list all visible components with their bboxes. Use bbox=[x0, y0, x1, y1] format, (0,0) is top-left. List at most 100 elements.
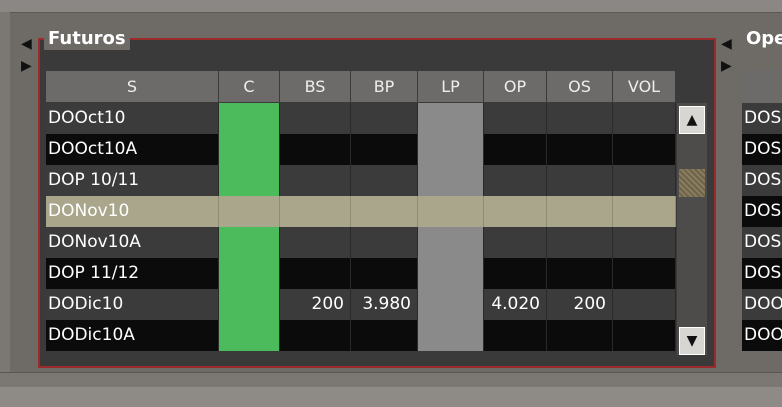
cell-op[interactable] bbox=[484, 196, 547, 227]
cell-s[interactable]: DOOct10 bbox=[46, 103, 219, 134]
cell-lp[interactable] bbox=[418, 134, 484, 165]
operations-header bbox=[742, 70, 782, 102]
cell-vol[interactable] bbox=[613, 227, 676, 258]
scroll-thumb[interactable] bbox=[679, 169, 705, 197]
expand-right-icon[interactable]: ▶ bbox=[21, 57, 32, 75]
cell-s[interactable]: DOP 10/11 bbox=[46, 165, 219, 196]
operations-row[interactable]: DOS bbox=[742, 258, 782, 289]
cell-bs[interactable] bbox=[280, 196, 351, 227]
cell-vol[interactable] bbox=[613, 103, 676, 134]
cell-vol[interactable] bbox=[613, 165, 676, 196]
cell-bs[interactable] bbox=[280, 258, 351, 289]
cell-os[interactable] bbox=[547, 165, 613, 196]
cell-bs[interactable] bbox=[280, 165, 351, 196]
scroll-up-icon[interactable]: ▲ bbox=[679, 106, 705, 134]
cell-bs[interactable] bbox=[280, 227, 351, 258]
cell-op[interactable] bbox=[484, 227, 547, 258]
table-row[interactable]: DOOct10A bbox=[46, 134, 676, 165]
column-header-s[interactable]: S bbox=[46, 71, 219, 103]
column-header-lp[interactable]: LP bbox=[418, 71, 484, 103]
bottom-bar bbox=[0, 372, 782, 407]
cell-bs[interactable] bbox=[280, 320, 351, 351]
vertical-scrollbar[interactable]: ▲ ▼ bbox=[677, 103, 707, 355]
cell-vol[interactable] bbox=[613, 289, 676, 320]
column-header-bs[interactable]: BS bbox=[280, 71, 351, 103]
cell-bp[interactable] bbox=[351, 227, 418, 258]
operations-row[interactable]: DOO bbox=[742, 320, 782, 351]
cell-bs[interactable] bbox=[280, 103, 351, 134]
table-row[interactable]: DOOct10 bbox=[46, 103, 676, 134]
expand-right-icon-right[interactable]: ▶ bbox=[721, 57, 732, 75]
cell-op[interactable] bbox=[484, 134, 547, 165]
status-indicator[interactable] bbox=[219, 320, 280, 351]
operations-row[interactable]: DOS bbox=[742, 227, 782, 258]
scroll-down-icon[interactable]: ▼ bbox=[679, 327, 705, 355]
panel-title: Futuros bbox=[44, 28, 130, 50]
column-header-op[interactable]: OP bbox=[484, 71, 547, 103]
status-indicator[interactable] bbox=[219, 134, 280, 165]
column-header-bp[interactable]: BP bbox=[351, 71, 418, 103]
cell-bp[interactable] bbox=[351, 196, 418, 227]
cell-op[interactable] bbox=[484, 320, 547, 351]
operations-panel: Ope DOS DOS DOS DOS DOS DOS DOO DOO bbox=[734, 24, 782, 374]
cell-vol[interactable] bbox=[613, 320, 676, 351]
cell-op[interactable] bbox=[484, 258, 547, 289]
status-indicator[interactable] bbox=[219, 289, 280, 320]
cell-bp[interactable] bbox=[351, 134, 418, 165]
cell-vol[interactable] bbox=[613, 134, 676, 165]
cell-os[interactable] bbox=[547, 227, 613, 258]
cell-lp[interactable] bbox=[418, 227, 484, 258]
table-row[interactable]: DODic10A bbox=[46, 320, 676, 351]
collapse-left-icon-right[interactable]: ◀ bbox=[721, 35, 732, 53]
status-indicator[interactable] bbox=[219, 165, 280, 196]
cell-bs[interactable]: 200 bbox=[280, 289, 351, 320]
cell-op[interactable]: 4.020 bbox=[484, 289, 547, 320]
status-indicator[interactable] bbox=[219, 258, 280, 289]
table-row[interactable]: DOP 10/11 bbox=[46, 165, 676, 196]
cell-lp[interactable] bbox=[418, 196, 484, 227]
cell-s[interactable]: DODic10 bbox=[46, 289, 219, 320]
cell-os[interactable] bbox=[547, 103, 613, 134]
operations-row[interactable]: DOS bbox=[742, 134, 782, 165]
cell-s[interactable]: DOP 11/12 bbox=[46, 258, 219, 289]
operations-row[interactable]: DOO bbox=[742, 289, 782, 320]
collapse-left-icon[interactable]: ◀ bbox=[21, 35, 32, 53]
table-row[interactable]: DOP 11/12 bbox=[46, 258, 676, 289]
cell-bp[interactable]: 3.980 bbox=[351, 289, 418, 320]
cell-s[interactable]: DOOct10A bbox=[46, 134, 219, 165]
cell-s[interactable]: DONov10A bbox=[46, 227, 219, 258]
status-indicator[interactable] bbox=[219, 103, 280, 134]
cell-lp[interactable] bbox=[418, 320, 484, 351]
cell-s[interactable]: DODic10A bbox=[46, 320, 219, 351]
cell-bp[interactable] bbox=[351, 258, 418, 289]
cell-os[interactable] bbox=[547, 196, 613, 227]
cell-lp[interactable] bbox=[418, 258, 484, 289]
column-header-c[interactable]: C bbox=[219, 71, 280, 103]
table-row[interactable]: DODic10 200 3.980 4.020 200 bbox=[46, 289, 676, 320]
cell-op[interactable] bbox=[484, 165, 547, 196]
cell-lp[interactable] bbox=[418, 289, 484, 320]
cell-op[interactable] bbox=[484, 103, 547, 134]
cell-bs[interactable] bbox=[280, 134, 351, 165]
cell-lp[interactable] bbox=[418, 103, 484, 134]
operations-row[interactable]: DOS bbox=[742, 196, 782, 227]
cell-os[interactable]: 200 bbox=[547, 289, 613, 320]
cell-os[interactable] bbox=[547, 258, 613, 289]
cell-vol[interactable] bbox=[613, 196, 676, 227]
status-indicator[interactable] bbox=[219, 227, 280, 258]
cell-bp[interactable] bbox=[351, 165, 418, 196]
column-header-vol[interactable]: VOL bbox=[613, 71, 676, 103]
cell-lp[interactable] bbox=[418, 165, 484, 196]
cell-vol[interactable] bbox=[613, 258, 676, 289]
column-header-os[interactable]: OS bbox=[547, 71, 613, 103]
cell-os[interactable] bbox=[547, 320, 613, 351]
cell-bp[interactable] bbox=[351, 103, 418, 134]
operations-row[interactable]: DOS bbox=[742, 103, 782, 134]
status-indicator[interactable] bbox=[219, 196, 280, 227]
operations-row[interactable]: DOS bbox=[742, 165, 782, 196]
cell-s[interactable]: DONov10 bbox=[46, 196, 219, 227]
cell-os[interactable] bbox=[547, 134, 613, 165]
table-row[interactable]: DONov10A bbox=[46, 227, 676, 258]
cell-bp[interactable] bbox=[351, 320, 418, 351]
table-row[interactable]: DONov10 bbox=[46, 196, 676, 227]
